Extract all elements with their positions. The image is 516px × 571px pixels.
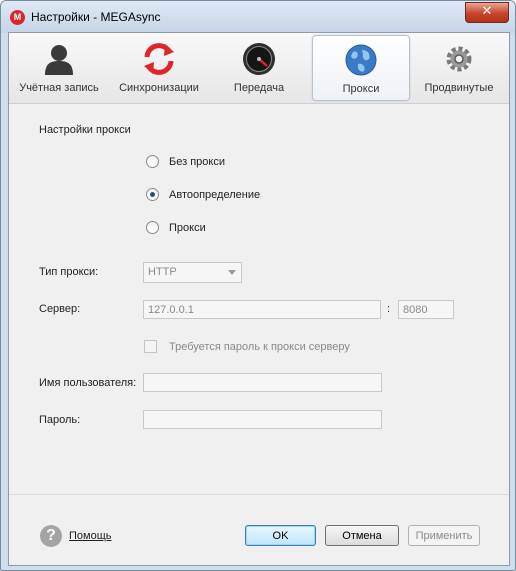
server-label: Сервер: (39, 303, 81, 315)
settings-tabs: Учётная запись Синхронизации Передача Пр… (9, 33, 509, 104)
close-button[interactable]: ✕ (465, 2, 509, 23)
chevron-down-icon (228, 270, 236, 275)
tab-label: Передача (233, 82, 285, 94)
user-icon (45, 45, 73, 75)
no-proxy-radio[interactable] (146, 155, 159, 168)
server-input[interactable] (143, 300, 381, 319)
tab-sync[interactable]: Синхронизации (111, 35, 207, 101)
help-icon[interactable]: ? (40, 525, 62, 547)
sync-icon (144, 43, 174, 75)
username-label: Имя пользователя: (39, 377, 137, 389)
globe-icon (345, 44, 377, 76)
proxy-settings: Настройки прокси Без прокси Автоопределе… (9, 104, 509, 494)
dialog-footer: ? Помощь OK Отмена Применить (9, 494, 509, 566)
autodetect-label[interactable]: Автоопределение (169, 189, 260, 201)
no-proxy-label[interactable]: Без прокси (169, 156, 225, 168)
apply-button[interactable]: Применить (408, 525, 480, 546)
password-input[interactable] (143, 410, 382, 429)
speedometer-icon (243, 43, 275, 75)
settings-window: M Настройки - MEGAsync ✕ Учётная запись (0, 0, 516, 571)
help-link[interactable]: Помощь (69, 530, 112, 542)
auth-required-label[interactable]: Требуется пароль к прокси серверу (169, 341, 350, 353)
proxy-type-label: Тип прокси: (39, 266, 99, 278)
gear-icon (446, 46, 472, 72)
tab-label: Прокси (342, 83, 380, 95)
title-bar[interactable]: M Настройки - MEGAsync ✕ (1, 1, 515, 33)
settings-panel: Учётная запись Синхронизации Передача Пр… (8, 32, 510, 566)
tab-label: Синхронизации (119, 82, 199, 94)
tab-label: Учётная запись (19, 82, 99, 94)
cancel-button[interactable]: Отмена (325, 525, 399, 546)
password-label: Пароль: (39, 414, 81, 426)
autodetect-radio[interactable] (146, 188, 159, 201)
username-input[interactable] (143, 373, 382, 392)
auth-required-checkbox[interactable] (144, 340, 157, 353)
manual-proxy-label[interactable]: Прокси (169, 222, 206, 234)
ok-button[interactable]: OK (245, 525, 316, 546)
tab-advanced[interactable]: Продвинутые (411, 35, 507, 101)
window-title: Настройки - MEGAsync (31, 10, 161, 24)
port-separator: : (387, 303, 391, 315)
tab-transfers[interactable]: Передача (211, 35, 307, 101)
port-input[interactable] (398, 300, 454, 319)
tab-label: Продвинутые (424, 82, 494, 94)
proxy-type-select[interactable]: HTTP (143, 262, 242, 283)
tab-account[interactable]: Учётная запись (11, 35, 107, 101)
mega-app-icon: M (10, 10, 25, 25)
manual-proxy-radio[interactable] (146, 221, 159, 234)
section-title: Настройки прокси (39, 124, 131, 136)
proxy-type-value: HTTP (148, 266, 177, 278)
tab-proxy[interactable]: Прокси (312, 35, 410, 101)
